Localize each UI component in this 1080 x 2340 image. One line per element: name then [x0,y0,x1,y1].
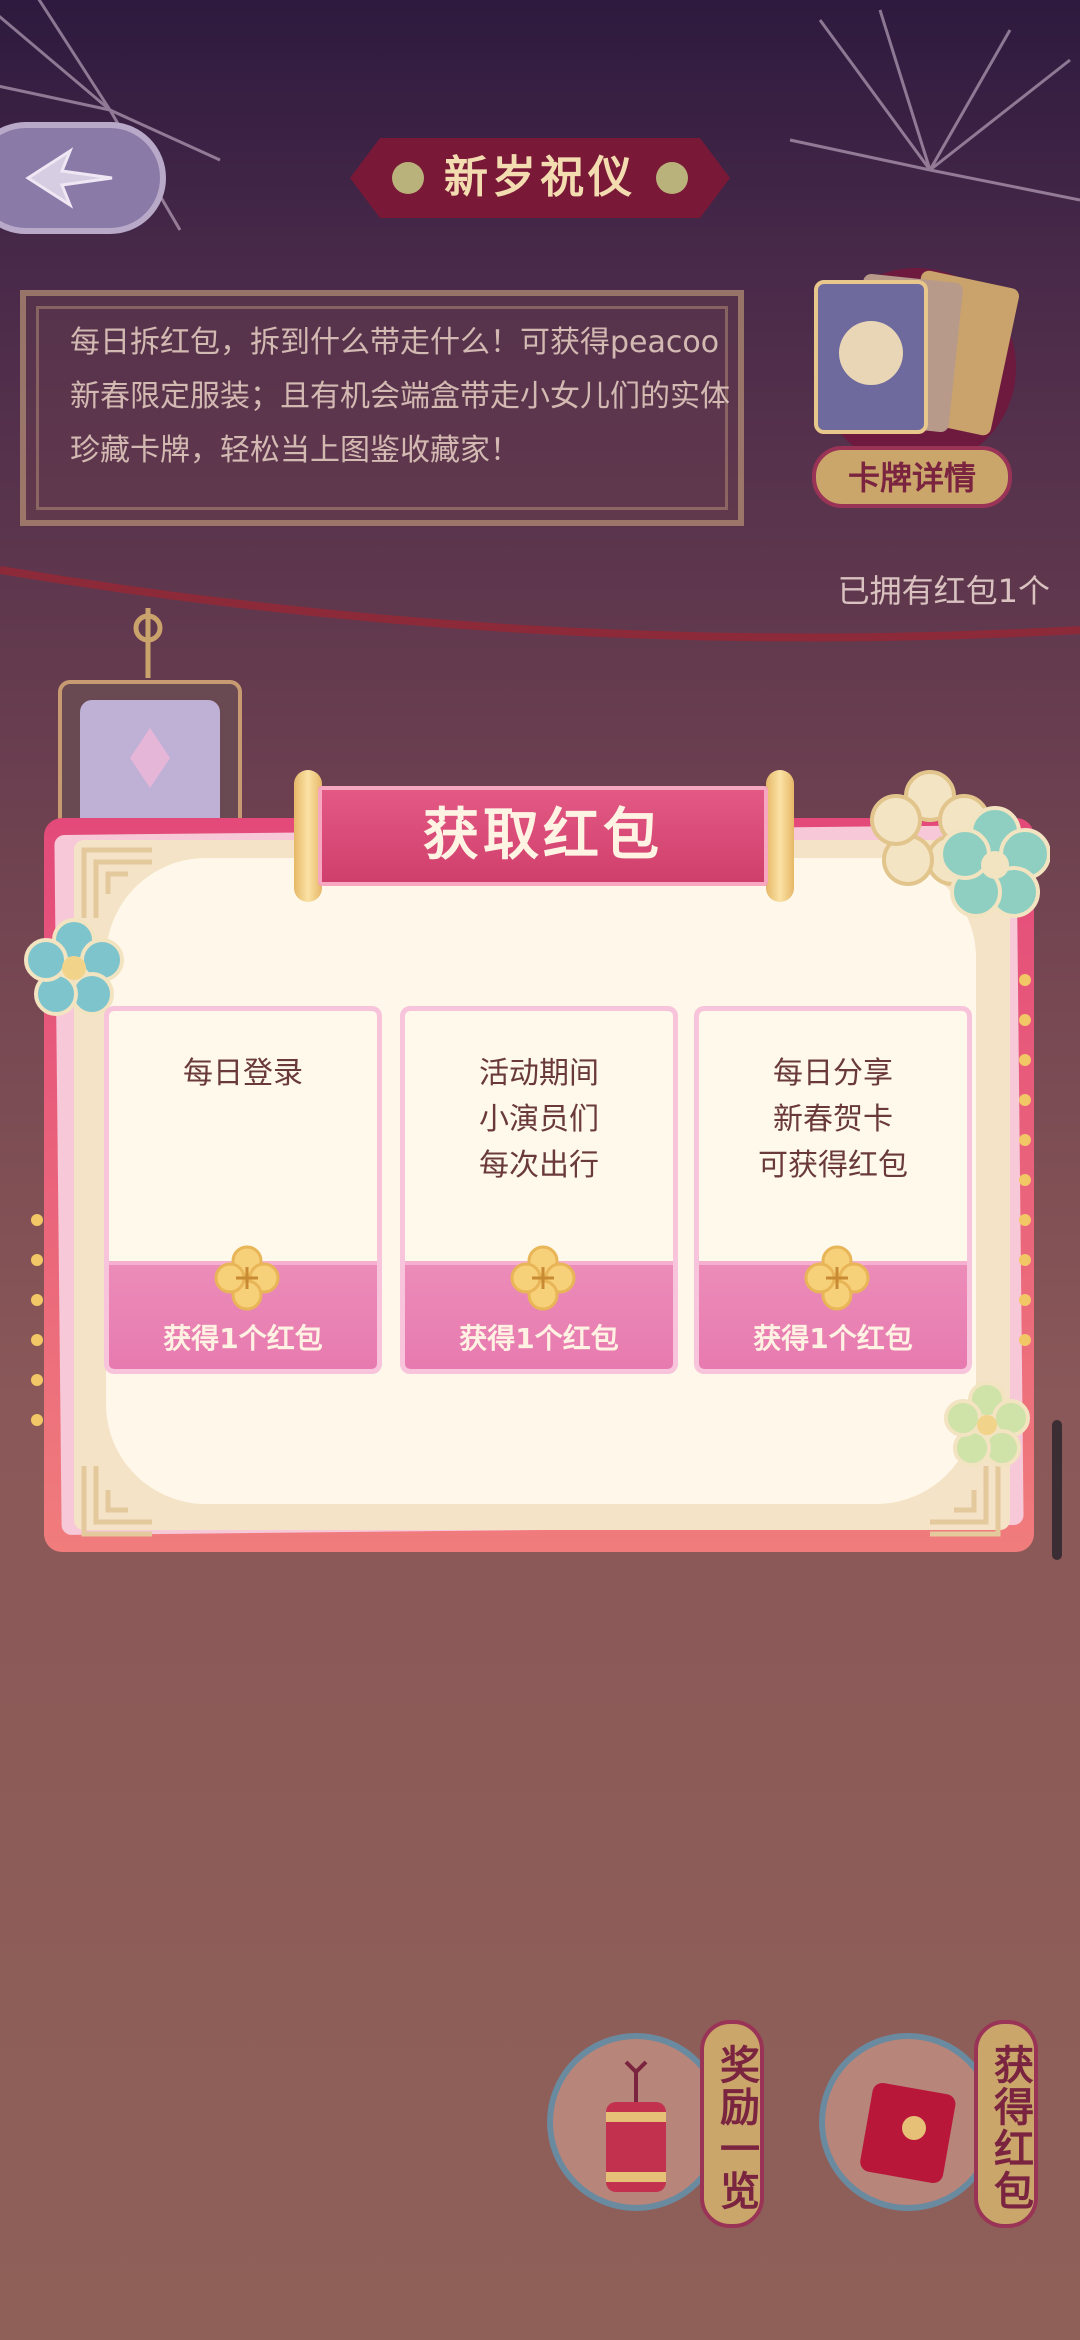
popup-title-banner: 获取红包 [294,770,794,902]
popup-title: 获取红包 [423,803,663,868]
task-description: 每日登录 [183,1056,303,1091]
task-reward: 获得1个红包 [163,1322,323,1355]
fret-corner-decoration [81,1466,152,1537]
task-card-daily-login: 每日登录 获得1个红包 [104,1006,382,1374]
card-detail-button[interactable]: 卡牌详情 [786,258,1046,510]
gold-coin-icon [804,1245,870,1311]
task-reward: 获得1个红包 [753,1322,913,1355]
gold-coin-icon [214,1245,280,1311]
gold-coin-icon [510,1245,576,1311]
description-panel: 每日拆红包，拆到什么带走什么！可获得peacoo新春限定服装；且有机会端盒带走小… [20,290,744,526]
card-detail-label: 卡牌详情 [812,446,1012,508]
get-envelope-button[interactable]: 获得红包 [818,2020,1038,2250]
get-envelope-popup: 获取红包 每日登录 获得1个红包 活动期间 小演员们 每次出行 获得1个红包 每… [24,770,1050,1552]
task-description: 每日分享 新春贺卡 可获得红包 [758,1056,908,1183]
gold-dots-decoration [31,1214,43,1426]
back-arrow-icon [25,147,113,209]
gold-dots-decoration [1019,974,1031,1346]
task-reward: 获得1个红包 [459,1322,619,1355]
rewards-overview-button[interactable]: 奖励一览 [546,2020,766,2250]
page-title: 新岁祝仪 [444,152,636,203]
card-stack-icon [814,268,1020,468]
red-envelope-icon [819,2033,997,2211]
scroll-rod-right [766,770,794,902]
flower-icon [870,770,1050,918]
fret-corner-decoration [81,847,152,918]
task-description: 活动期间 小演员们 每次出行 [479,1056,599,1183]
flower-icon [24,918,124,1016]
description-text: 每日拆红包，拆到什么带走什么！可获得peacoo新春限定服装；且有机会端盒带走小… [70,325,730,468]
rewards-overview-label: 奖励一览 [700,2020,764,2228]
scrollbar[interactable] [1052,1420,1062,1560]
task-card-outing: 活动期间 小演员们 每次出行 获得1个红包 [400,1006,678,1374]
fret-corner-decoration [930,1466,1001,1537]
task-card-daily-share: 每日分享 新春贺卡 可获得红包 获得1个红包 [694,1006,972,1374]
flower-icon [944,1382,1030,1467]
page-title-ribbon: 新岁祝仪 [350,132,730,224]
firecracker-icon [547,2033,725,2211]
get-envelope-label: 获得红包 [974,2020,1038,2228]
back-button[interactable] [0,122,166,234]
